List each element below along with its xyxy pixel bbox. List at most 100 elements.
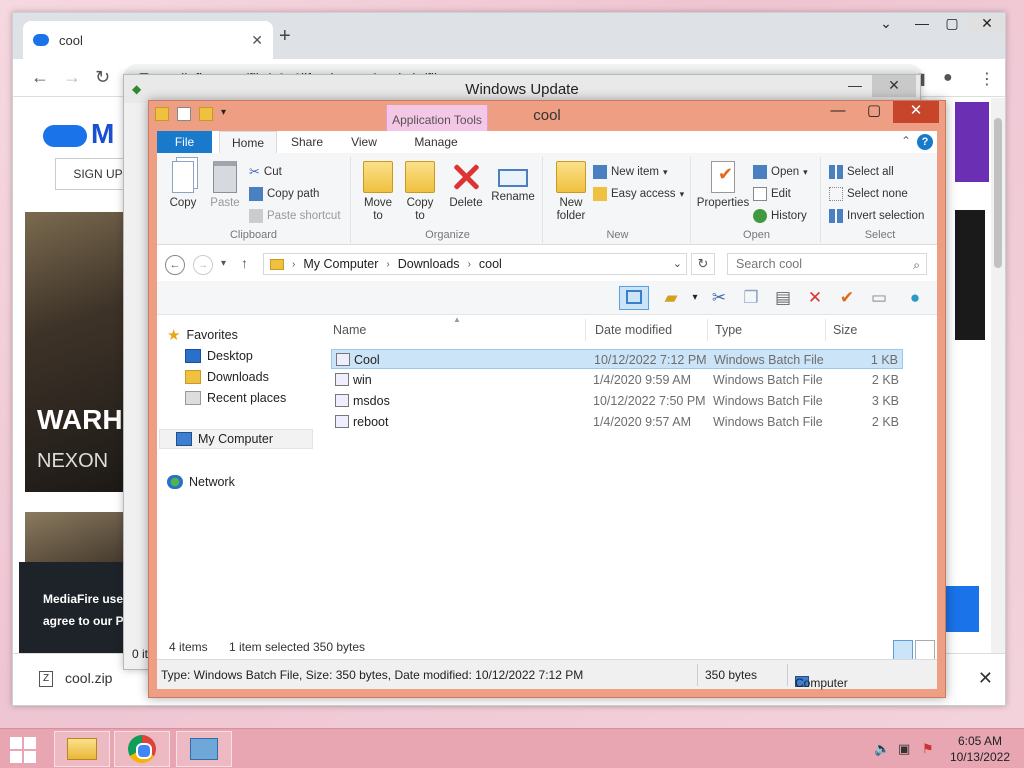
- breadcrumb-separator-icon[interactable]: ›: [468, 259, 471, 270]
- open-button[interactable]: Open ▾: [753, 163, 808, 181]
- file-row[interactable]: win 1/4/2020 9:59 AM Windows Batch File …: [331, 370, 903, 390]
- tab-view[interactable]: View: [339, 131, 389, 153]
- start-button[interactable]: [10, 737, 36, 763]
- action-center-icon[interactable]: ⚑: [922, 741, 934, 757]
- download-item[interactable]: Zcool.zip: [39, 670, 112, 688]
- forward-button[interactable]: →: [63, 67, 81, 88]
- recent-locations-icon[interactable]: ▾: [221, 258, 226, 269]
- search-box[interactable]: Search cool ⌕: [727, 253, 927, 275]
- explorer-minimize-button[interactable]: —: [823, 101, 853, 123]
- scroll-thumb[interactable]: [994, 118, 1002, 268]
- nav-desktop[interactable]: Desktop: [185, 346, 253, 366]
- details-view-icon[interactable]: [893, 640, 913, 660]
- nav-my-computer[interactable]: My Computer: [159, 429, 313, 449]
- close-tab-icon[interactable]: ✕: [251, 32, 263, 49]
- column-divider[interactable]: [585, 319, 586, 341]
- folder-options-icon[interactable]: ▰: [659, 286, 683, 310]
- tab-manage[interactable]: Manage: [393, 131, 479, 153]
- easy-access-button[interactable]: Easy access ▾: [593, 185, 684, 203]
- address-box[interactable]: › My Computer › Downloads › cool ⌄: [263, 253, 687, 275]
- delete-icon[interactable]: ✕: [803, 286, 827, 310]
- tab-search-icon[interactable]: ⌄: [871, 15, 901, 32]
- tab-home[interactable]: Home: [219, 131, 277, 153]
- column-header-size[interactable]: Size: [833, 323, 857, 337]
- tab-file[interactable]: File: [157, 131, 212, 153]
- close-download-bar-button[interactable]: ✕: [978, 668, 993, 689]
- forward-button[interactable]: →: [193, 255, 213, 275]
- breadcrumb-my-computer[interactable]: My Computer: [303, 257, 378, 271]
- minimize-button[interactable]: —: [907, 15, 937, 31]
- new-tab-button[interactable]: +: [279, 25, 291, 48]
- new-folder-qat-icon[interactable]: [199, 107, 213, 121]
- nav-downloads[interactable]: Downloads: [185, 367, 269, 387]
- paste-button[interactable]: Paste: [207, 161, 243, 210]
- globe-icon[interactable]: ●: [903, 286, 927, 310]
- breadcrumb-downloads[interactable]: Downloads: [398, 257, 460, 271]
- cut-button[interactable]: ✂ Cut: [249, 163, 282, 181]
- copy-button[interactable]: Copy: [165, 161, 201, 210]
- rename-icon[interactable]: ▭: [867, 286, 891, 310]
- help-icon[interactable]: ?: [917, 134, 933, 150]
- cut-icon[interactable]: ✂: [707, 286, 731, 310]
- refresh-button[interactable]: ↻: [691, 253, 715, 275]
- paste-icon[interactable]: ▤: [771, 286, 795, 310]
- copy-path-button[interactable]: Copy path: [249, 185, 319, 203]
- select-all-button[interactable]: Select all: [829, 163, 894, 181]
- nav-recent-places[interactable]: Recent places: [185, 388, 286, 408]
- system-clock[interactable]: 6:05 AM 10/13/2022: [950, 733, 1010, 765]
- properties-button[interactable]: Properties: [695, 161, 751, 210]
- wu-minimize-button[interactable]: —: [840, 75, 870, 97]
- menu-icon[interactable]: ⋮: [979, 69, 995, 89]
- copy-to-button[interactable]: Copy to: [401, 161, 439, 223]
- taskbar-control-panel[interactable]: [176, 731, 232, 767]
- move-to-button[interactable]: Move to: [359, 161, 397, 223]
- new-item-button[interactable]: New item ▾: [593, 163, 667, 181]
- nav-favorites[interactable]: ★ Favorites: [167, 325, 238, 345]
- profile-icon[interactable]: ●: [943, 69, 953, 87]
- back-button[interactable]: ←: [165, 255, 185, 275]
- breadcrumb-separator-icon[interactable]: ›: [386, 259, 389, 270]
- maximize-button[interactable]: ▢: [937, 15, 967, 32]
- invert-selection-button[interactable]: Invert selection: [829, 207, 924, 225]
- tab-share[interactable]: Share: [279, 131, 335, 153]
- volume-muted-icon[interactable]: 🔈: [874, 741, 890, 757]
- game-ad-banner[interactable]: WARH NEXON: [25, 212, 125, 492]
- column-header-date[interactable]: Date modified: [595, 323, 672, 337]
- explorer-close-button[interactable]: ✕: [893, 101, 939, 123]
- qat-dropdown-icon[interactable]: ▾: [221, 107, 229, 121]
- paste-shortcut-button[interactable]: Paste shortcut: [249, 207, 341, 225]
- taskbar-chrome[interactable]: [114, 731, 170, 767]
- select-none-button[interactable]: Select none: [829, 185, 908, 203]
- page-scrollbar[interactable]: [991, 98, 1005, 653]
- delete-button[interactable]: Delete: [447, 161, 485, 210]
- nav-network[interactable]: Network: [167, 472, 235, 492]
- edit-button[interactable]: Edit: [753, 185, 791, 203]
- file-row[interactable]: reboot 1/4/2020 9:57 AM Windows Batch Fi…: [331, 412, 903, 432]
- column-header-type[interactable]: Type: [715, 323, 742, 337]
- copy-icon[interactable]: ❐: [739, 286, 763, 310]
- taskbar-file-explorer[interactable]: [54, 731, 110, 767]
- new-folder-button[interactable]: New folder: [551, 161, 591, 223]
- download-button[interactable]: [943, 586, 979, 632]
- breadcrumb-separator-icon[interactable]: ›: [292, 259, 295, 270]
- reload-button[interactable]: ↻: [95, 67, 110, 88]
- properties-qat-icon[interactable]: [177, 107, 191, 121]
- column-header-name[interactable]: Name: [333, 323, 366, 337]
- up-button[interactable]: ↑: [241, 255, 248, 271]
- large-icons-view-icon[interactable]: [915, 640, 935, 660]
- folder-options-dropdown-icon[interactable]: ▾: [683, 286, 707, 310]
- explorer-maximize-button[interactable]: ▢: [859, 101, 889, 123]
- file-row[interactable]: Cool 10/12/2022 7:12 PM Windows Batch Fi…: [331, 349, 903, 369]
- browser-tab[interactable]: cool ✕: [23, 21, 273, 59]
- rename-button[interactable]: Rename: [491, 161, 535, 204]
- back-button[interactable]: ←: [31, 67, 49, 88]
- wu-close-button[interactable]: ✕: [872, 75, 916, 97]
- properties-check-icon[interactable]: ✔: [835, 286, 859, 310]
- preview-pane-icon[interactable]: [619, 286, 649, 310]
- column-divider[interactable]: [825, 319, 826, 341]
- file-row[interactable]: msdos 10/12/2022 7:50 PM Windows Batch F…: [331, 391, 903, 411]
- history-button[interactable]: History: [753, 207, 807, 225]
- breadcrumb-cool[interactable]: cool: [479, 257, 502, 271]
- close-button[interactable]: ✕: [967, 15, 1005, 32]
- side-ad[interactable]: [955, 102, 989, 182]
